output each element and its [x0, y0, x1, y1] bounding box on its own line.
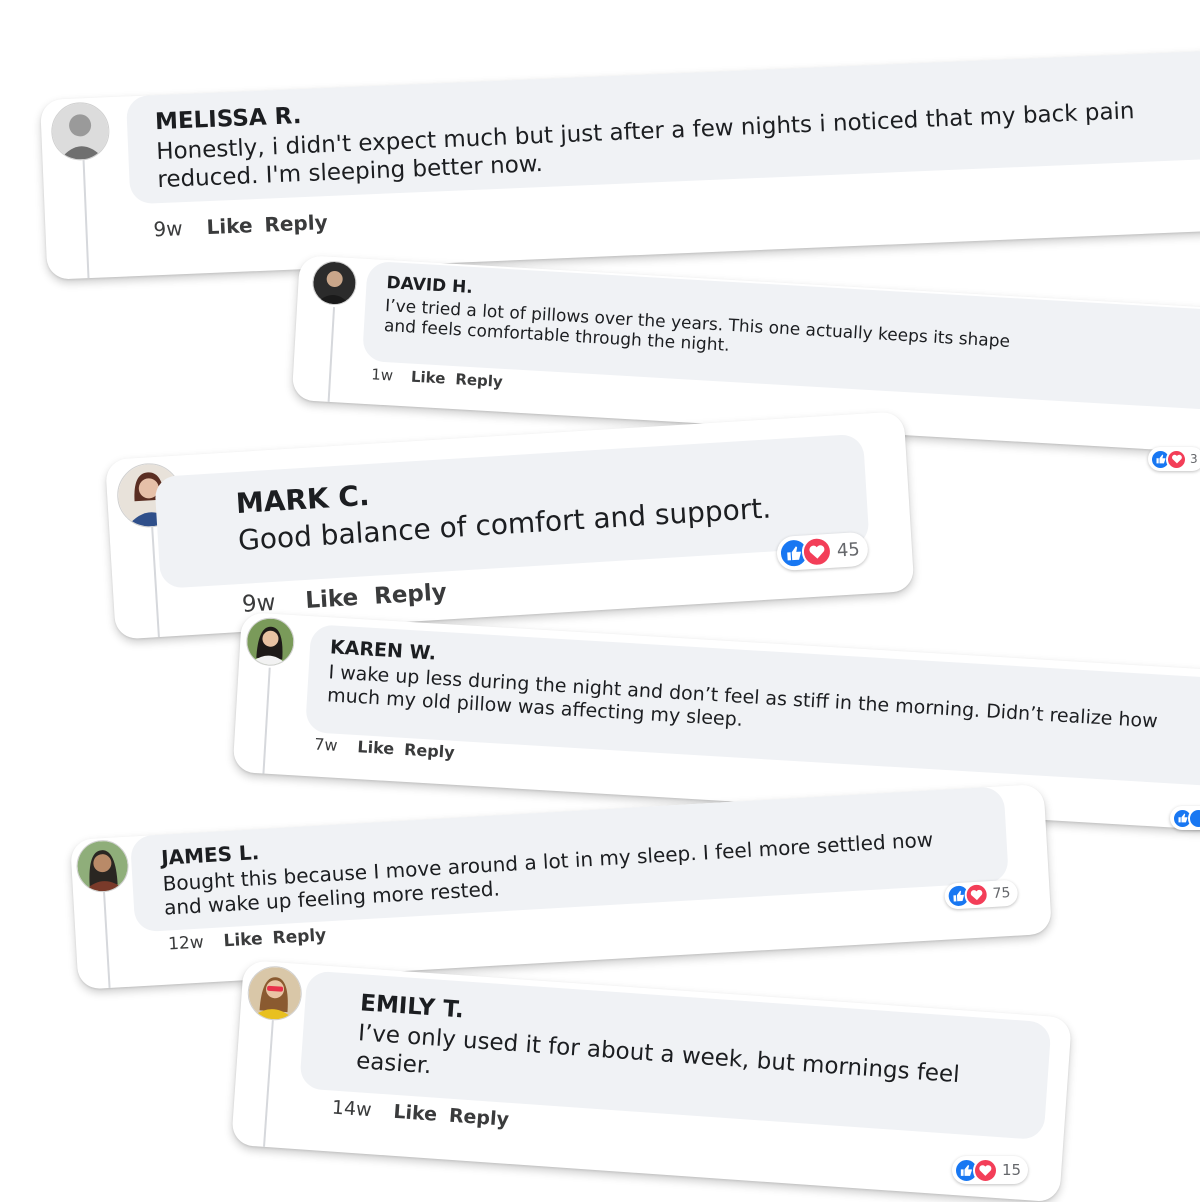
- thread-line: [262, 667, 271, 774]
- thread-line: [102, 890, 111, 989]
- reaction-count: 3: [1190, 452, 1198, 466]
- reaction-summary[interactable]: [1170, 806, 1200, 830]
- comment-card-james: James L. Bought this because I move arou…: [70, 783, 1053, 990]
- reaction-count: 15: [1002, 1161, 1022, 1179]
- reaction-icon-partial: [1188, 807, 1200, 829]
- like-button[interactable]: Like: [305, 585, 359, 614]
- avatar[interactable]: [75, 838, 131, 894]
- avatar-photo: [51, 102, 110, 161]
- comment-meta: 1w Like Reply: [371, 365, 503, 391]
- comment-bubble: David H. I’ve tried a lot of pillows ove…: [362, 260, 1200, 414]
- reaction-count: 45: [836, 538, 861, 561]
- avatar[interactable]: [245, 964, 304, 1023]
- reaction-count: 75: [992, 884, 1011, 902]
- avatar[interactable]: [311, 259, 358, 307]
- reaction-summary[interactable]: 15: [952, 1156, 1029, 1184]
- timestamp: 12w: [167, 932, 205, 955]
- reply-button[interactable]: Reply: [448, 1105, 509, 1131]
- like-button[interactable]: Like: [223, 929, 263, 951]
- comment-bubble: James L. Bought this because I move arou…: [129, 786, 1009, 933]
- comment-card-mark: Mark C. Good balance of comfort and supp…: [105, 411, 915, 640]
- comment-bubble: Mark C. Good balance of comfort and supp…: [154, 433, 870, 589]
- comment-bubble: Melissa R. Honestly, i didn't expect muc…: [125, 48, 1200, 205]
- heart-icon: [1166, 448, 1187, 470]
- comment-meta: 14w Like Reply: [331, 1097, 509, 1131]
- timestamp: 14w: [331, 1096, 373, 1122]
- comment-bubble: Karen W. I wake up less during the night…: [304, 624, 1200, 787]
- thread-line: [263, 1020, 274, 1147]
- heart-icon: [801, 535, 833, 568]
- reply-button[interactable]: Reply: [373, 579, 447, 609]
- reply-button[interactable]: Reply: [455, 370, 503, 391]
- reply-button[interactable]: Reply: [264, 210, 328, 237]
- avatar[interactable]: [244, 616, 296, 668]
- heart-icon: [973, 1157, 998, 1183]
- thread-line: [327, 306, 336, 402]
- thread-line: [82, 160, 90, 279]
- like-button[interactable]: Like: [206, 213, 253, 239]
- like-button[interactable]: Like: [357, 737, 395, 758]
- comment-meta: 9w Like Reply: [241, 579, 447, 617]
- timestamp: 1w: [370, 365, 394, 385]
- avatar-photo: [247, 965, 303, 1021]
- timestamp: 7w: [313, 734, 339, 755]
- reaction-summary[interactable]: 45: [775, 531, 869, 572]
- heart-icon: [963, 882, 990, 908]
- comment-meta: 12w Like Reply: [168, 925, 327, 954]
- comment-meta: 9w Like Reply: [153, 210, 328, 241]
- avatar[interactable]: [50, 101, 111, 162]
- comment-card-karen: Karen W. I wake up less during the night…: [232, 612, 1200, 831]
- comment-card-emily: Emily T. I’ve only used it for about a w…: [231, 960, 1072, 1202]
- like-button[interactable]: Like: [410, 368, 445, 388]
- avatar-photo: [312, 260, 357, 306]
- timestamp: 9w: [153, 216, 184, 242]
- reply-button[interactable]: Reply: [272, 925, 327, 948]
- reaction-summary[interactable]: 75: [943, 879, 1019, 910]
- reply-button[interactable]: Reply: [404, 740, 456, 762]
- comment-card-melissa: Melissa R. Honestly, i didn't expect muc…: [40, 48, 1200, 280]
- like-button[interactable]: Like: [393, 1101, 438, 1126]
- avatar-photo: [76, 839, 129, 893]
- avatar-photo: [245, 617, 295, 667]
- reaction-summary[interactable]: 3: [1148, 447, 1200, 471]
